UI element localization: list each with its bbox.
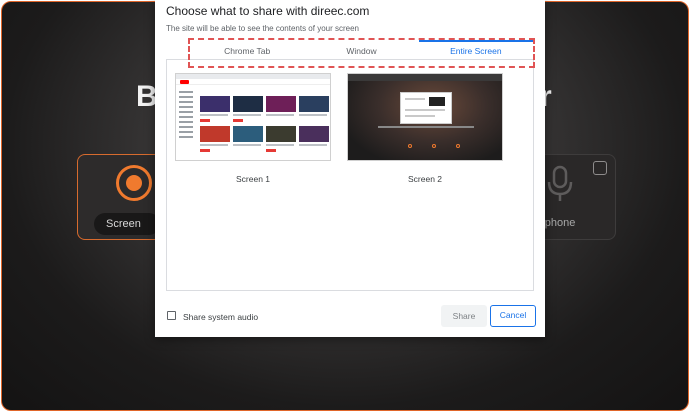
screen-1-thumbnail[interactable] bbox=[175, 73, 331, 161]
orange-dot-icon bbox=[408, 144, 412, 148]
page-text-line bbox=[378, 126, 474, 128]
record-icon bbox=[116, 165, 152, 201]
screen-1-label: Screen 1 bbox=[235, 174, 271, 184]
site-logo bbox=[180, 80, 189, 84]
video-thumb bbox=[266, 126, 296, 142]
video-thumb bbox=[200, 96, 230, 112]
share-button[interactable]: Share bbox=[441, 305, 487, 327]
video-caption bbox=[200, 114, 228, 116]
screen-mode-label: Screen bbox=[106, 218, 141, 230]
tab-bar: Chrome Tab Window Entire Screen bbox=[188, 38, 535, 68]
video-caption bbox=[233, 114, 261, 116]
browser-tab-strip bbox=[348, 74, 502, 81]
popup-text-line bbox=[405, 98, 425, 100]
dialog-subtitle: The site will be able to see the content… bbox=[166, 24, 359, 33]
share-screen-dialog: Choose what to share with direec.com The… bbox=[155, 0, 545, 337]
page-header bbox=[176, 79, 330, 85]
popup-text-line bbox=[405, 109, 445, 111]
screen-2-thumbnail[interactable] bbox=[347, 73, 503, 161]
dialog-title: Choose what to share with direec.com bbox=[166, 4, 370, 18]
video-thumb bbox=[233, 126, 263, 142]
popup-text-line bbox=[405, 115, 435, 117]
video-tag bbox=[233, 119, 243, 122]
video-tag bbox=[266, 149, 276, 152]
orange-dot-icon bbox=[432, 144, 436, 148]
video-caption bbox=[266, 144, 294, 146]
screen-2-label: Screen 2 bbox=[407, 174, 443, 184]
video-tag bbox=[200, 119, 210, 122]
screen-mode-select[interactable]: Screen bbox=[94, 213, 160, 235]
orange-dot-icon bbox=[456, 144, 460, 148]
popup-preview-image bbox=[429, 97, 445, 106]
tab-window[interactable]: Window bbox=[304, 40, 418, 66]
video-thumb bbox=[233, 96, 263, 112]
share-audio-checkbox[interactable] bbox=[167, 311, 176, 320]
video-caption bbox=[299, 144, 327, 146]
tab-entire-screen[interactable]: Entire Screen bbox=[418, 40, 534, 66]
tab-chrome-tab[interactable]: Chrome Tab bbox=[190, 40, 304, 66]
video-caption bbox=[233, 144, 261, 146]
page-sidebar bbox=[179, 88, 197, 158]
video-thumb bbox=[299, 96, 329, 112]
cancel-button[interactable]: Cancel bbox=[490, 305, 536, 327]
video-thumb bbox=[266, 96, 296, 112]
video-thumb bbox=[200, 126, 230, 142]
video-thumb bbox=[299, 126, 329, 142]
video-caption bbox=[200, 144, 228, 146]
video-tag bbox=[200, 149, 210, 152]
microphone-checkbox[interactable] bbox=[593, 161, 607, 175]
video-caption bbox=[266, 114, 294, 116]
microphone-icon bbox=[547, 165, 573, 201]
video-caption bbox=[299, 114, 327, 116]
share-audio-label: Share system audio bbox=[183, 312, 259, 322]
share-popup-preview bbox=[400, 92, 452, 124]
